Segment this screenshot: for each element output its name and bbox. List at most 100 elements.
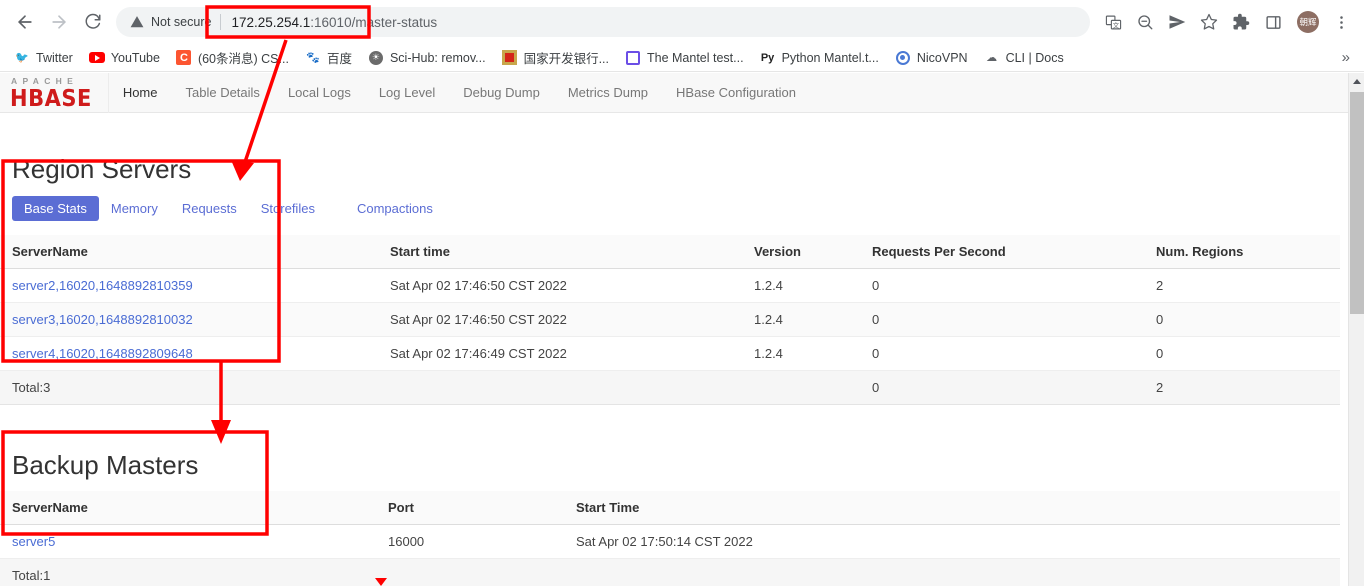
bookmark-youtube[interactable]: YouTube	[81, 47, 168, 69]
server-link[interactable]: server2,16020,1648892810359	[12, 278, 193, 293]
server-link[interactable]: server3,16020,1648892810032	[12, 312, 193, 327]
th-start-time: Start Time	[564, 491, 1340, 526]
back-button[interactable]	[8, 5, 42, 39]
address-bar[interactable]: Not secure 172.25.254.1:16010/master-sta…	[116, 7, 1090, 37]
cell-start-time: Sat Apr 02 17:46:49 CST 2022	[378, 336, 742, 371]
bookmark-twitter[interactable]: 🐦 Twitter	[6, 47, 81, 69]
tab-base-stats[interactable]: Base Stats	[12, 195, 99, 221]
server-link[interactable]: server5	[12, 534, 55, 549]
page-content: Region Servers Base Stats Memory Request…	[0, 113, 1348, 586]
table-row: server4,16020,1648892809648 Sat Apr 02 1…	[0, 336, 1340, 371]
th-port: Port	[376, 491, 564, 526]
bookmark-label: CLI | Docs	[1005, 50, 1064, 65]
csdn-icon: C	[176, 50, 192, 66]
cell-total-version	[742, 370, 860, 405]
bookmark-mantel-test[interactable]: The Mantel test...	[617, 47, 752, 69]
th-servername: ServerName	[0, 491, 376, 526]
extensions-puzzle-icon[interactable]	[1226, 7, 1256, 37]
bookmark-nicovpn[interactable]: NicoVPN	[887, 47, 976, 69]
bookmark-scihub[interactable]: ☀ Sci-Hub: remov...	[360, 47, 494, 69]
send-icon[interactable]	[1162, 7, 1192, 37]
reload-button[interactable]	[76, 5, 110, 39]
bookmarks-overflow-button[interactable]: »	[1336, 47, 1356, 68]
cell-total-start-time	[564, 558, 1340, 586]
bookmark-baidu[interactable]: 🐾 百度	[297, 45, 360, 70]
bookmark-csdn[interactable]: C (60条消息) CS...	[168, 45, 297, 70]
tab-memory[interactable]: Memory	[99, 196, 170, 221]
page-viewport: APACHE HBASE Home Table Details Local Lo…	[0, 73, 1364, 586]
nav-item-debug-dump[interactable]: Debug Dump	[449, 85, 554, 100]
scrollbar-thumb[interactable]	[1350, 92, 1364, 314]
cell-version: 1.2.4	[742, 302, 860, 337]
bookmark-label: 国家开发银行...	[523, 52, 609, 66]
bookmark-label: Twitter	[36, 50, 73, 65]
nav-item-hbase-configuration[interactable]: HBase Configuration	[662, 85, 810, 100]
browser-window: Not secure 172.25.254.1:16010/master-sta…	[0, 0, 1364, 586]
hbase-logo[interactable]: APACHE HBASE	[0, 73, 109, 113]
nav-item-local-logs[interactable]: Local Logs	[274, 85, 365, 100]
tab-requests[interactable]: Requests	[170, 196, 249, 221]
th-requests-per-second: Requests Per Second	[860, 234, 1144, 269]
zoom-out-icon[interactable]	[1130, 7, 1160, 37]
side-panel-icon[interactable]	[1258, 7, 1288, 37]
forward-button[interactable]	[42, 5, 76, 39]
nav-item-home[interactable]: Home	[109, 85, 172, 100]
bookmark-cdb[interactable]: 国家开发银行...	[494, 45, 617, 70]
table-total-row: Total:3 0 2	[0, 370, 1340, 405]
translate-icon[interactable]: 文	[1098, 7, 1128, 37]
bookmarks-bar: 🐦 Twitter YouTube C (60条消息) CS... 🐾 百度 ☀…	[0, 44, 1364, 72]
toolbar-right-icons: 文 朝辉	[1098, 7, 1356, 37]
table-total-row: Total:1	[0, 558, 1340, 586]
table-row: server2,16020,1648892810359 Sat Apr 02 1…	[0, 268, 1340, 303]
table-header-row: ServerName Port Start Time	[0, 491, 1340, 526]
bookmark-label: YouTube	[110, 50, 160, 65]
bookmark-label: 百度	[326, 52, 352, 66]
th-version: Version	[742, 234, 860, 269]
scihub-icon: ☀	[368, 50, 384, 66]
bookmark-label: Sci-Hub: remov...	[389, 50, 486, 65]
bookmark-star-icon[interactable]	[1194, 7, 1224, 37]
url-host: 172.25.254.1	[231, 14, 311, 30]
avatar[interactable]: 朝辉	[1297, 11, 1319, 33]
bookmark-python-mantel[interactable]: Py Python Mantel.t...	[752, 47, 887, 69]
url-text: 172.25.254.1:16010/master-status	[231, 15, 437, 30]
cell-version: 1.2.4	[742, 268, 860, 303]
browser-menu-icon[interactable]	[1326, 7, 1356, 37]
cell-start-time: Sat Apr 02 17:50:14 CST 2022	[564, 524, 1340, 560]
bookmark-label: NicoVPN	[916, 50, 968, 65]
baidu-icon: 🐾	[306, 52, 320, 64]
cell-version: 1.2.4	[742, 336, 860, 371]
vertical-scrollbar[interactable]	[1348, 73, 1364, 586]
cli-docs-icon: ☁	[986, 52, 998, 64]
cell-start-time: Sat Apr 02 17:46:50 CST 2022	[378, 302, 742, 337]
cell-rps: 0	[860, 302, 1144, 337]
not-secure-label: Not secure	[151, 15, 212, 29]
nav-item-log-level[interactable]: Log Level	[365, 85, 449, 100]
bookmark-cli-docs[interactable]: ☁ CLI | Docs	[976, 47, 1072, 69]
server-link[interactable]: server4,16020,1648892809648	[12, 346, 193, 361]
python-icon: Py	[760, 51, 775, 64]
bookmark-label: (60条消息) CS...	[197, 52, 289, 66]
hbase-navbar: APACHE HBASE Home Table Details Local Lo…	[0, 73, 1348, 113]
tab-storefiles[interactable]: Storefiles	[249, 196, 327, 221]
cell-total-label: Total:1	[0, 558, 376, 586]
url-path: :16010/master-status	[310, 14, 438, 30]
nav-item-table-details[interactable]: Table Details	[172, 85, 274, 100]
hbase-logo-hbase: HBASE	[10, 84, 92, 112]
not-secure-warning-icon	[130, 15, 144, 29]
scroll-up-arrow-icon[interactable]	[1349, 73, 1364, 90]
cell-regions: 2	[1144, 268, 1340, 303]
cell-total-rps: 0	[860, 370, 1144, 405]
cell-regions: 0	[1144, 336, 1340, 371]
browser-toolbar: Not secure 172.25.254.1:16010/master-sta…	[0, 0, 1364, 44]
tab-compactions[interactable]: Compactions	[345, 196, 445, 221]
hbase-nav-links: Home Table Details Local Logs Log Level …	[109, 73, 810, 113]
cdb-icon	[502, 50, 518, 66]
cell-start-time: Sat Apr 02 17:46:50 CST 2022	[378, 268, 742, 303]
cell-rps: 0	[860, 268, 1144, 303]
nav-item-metrics-dump[interactable]: Metrics Dump	[554, 85, 662, 100]
region-servers-tabs: Base Stats Memory Requests Storefiles Co…	[0, 195, 1340, 221]
bookmark-label: Python Mantel.t...	[781, 50, 879, 65]
nicovpn-icon	[895, 50, 911, 66]
cell-total-regions: 2	[1144, 370, 1340, 405]
